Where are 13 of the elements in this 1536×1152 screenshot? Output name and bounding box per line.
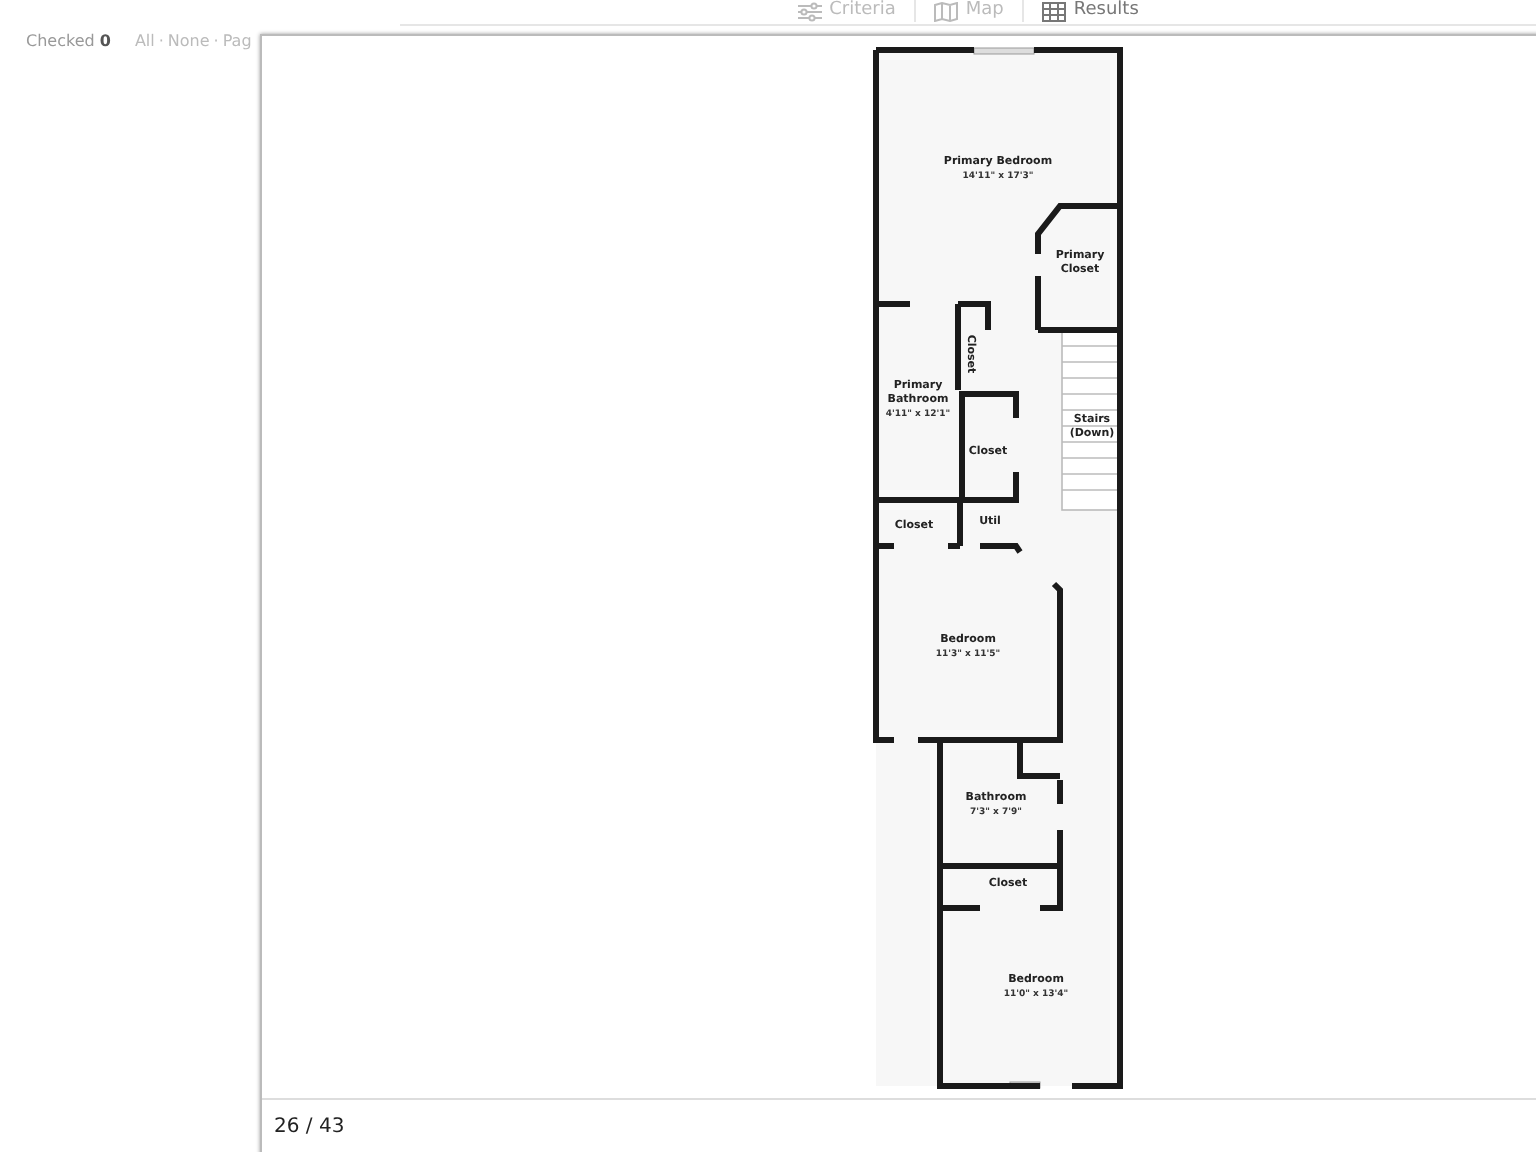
sliders-icon — [797, 1, 822, 21]
view-tab[interactable]: Map — [915, 0, 1024, 22]
checked-count: Checked 0 — [26, 32, 111, 50]
map-icon — [933, 1, 958, 21]
table-icon — [1041, 1, 1066, 21]
separator-dot: · — [213, 32, 219, 50]
select-link[interactable]: None — [167, 32, 210, 50]
select-link[interactable]: Pag — [222, 32, 252, 50]
view-tab[interactable]: Results — [1023, 0, 1157, 22]
separator-dot: · — [158, 32, 164, 50]
photo-counter: 26 / 43 — [274, 1116, 345, 1138]
select-link[interactable]: All — [134, 32, 155, 50]
view-tab[interactable]: Criteria — [779, 0, 916, 22]
